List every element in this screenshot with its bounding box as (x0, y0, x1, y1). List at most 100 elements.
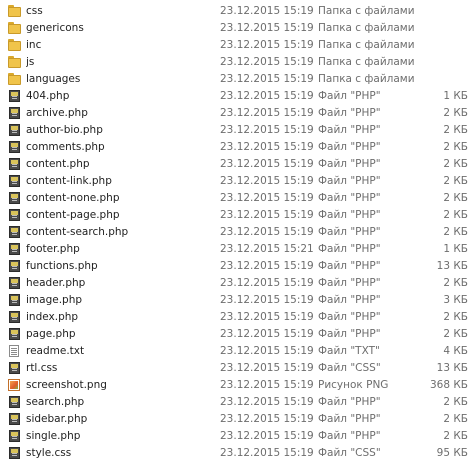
file-date: 23.12.2015 15:19 (220, 379, 314, 391)
file-name: content-none.php (26, 192, 120, 204)
php-file-icon (9, 243, 20, 255)
file-type: Файл "PHP" (318, 124, 381, 136)
image-file-icon (8, 379, 20, 391)
file-type: Файл "PHP" (318, 430, 381, 442)
php-file-icon (9, 192, 20, 204)
file-date: 23.12.2015 15:19 (220, 90, 314, 102)
file-date: 23.12.2015 15:19 (220, 209, 314, 221)
file-type: Файл "PHP" (318, 107, 381, 119)
file-row[interactable]: content-none.php 23.12.2015 15:19 Файл "PH… (0, 190, 474, 207)
file-size: 2 КБ (443, 430, 468, 442)
file-row[interactable]: comments.php 23.12.2015 15:19 Файл "PHP" 2 … (0, 139, 474, 156)
file-row[interactable]: single.php 23.12.2015 15:19 Файл "PHP" 2 КБ (0, 428, 474, 445)
folder-icon (8, 22, 21, 34)
file-row[interactable]: content-link.php 23.12.2015 15:19 Файл "PH… (0, 173, 474, 190)
folder-icon (8, 56, 21, 68)
php-file-icon (9, 158, 20, 170)
file-type: Папка с файлами (318, 56, 415, 68)
file-size: 2 КБ (443, 328, 468, 340)
css-file-icon (9, 362, 20, 374)
file-name: page.php (26, 328, 76, 340)
file-size: 95 КБ (436, 447, 468, 459)
php-file-icon (9, 413, 20, 425)
file-date: 23.12.2015 15:19 (220, 413, 314, 425)
file-row[interactable]: languages 23.12.2015 15:19 Папка с файлами (0, 71, 474, 88)
php-file-icon (9, 260, 20, 272)
file-type: Файл "TXT" (318, 345, 380, 357)
file-size: 2 КБ (443, 413, 468, 425)
file-row[interactable]: readme.txt 23.12.2015 15:19 Файл "TXT" 4 КБ (0, 343, 474, 360)
file-row[interactable]: rtl.css 23.12.2015 15:19 Файл "CSS" 13 КБ (0, 360, 474, 377)
file-row[interactable]: functions.php 23.12.2015 15:19 Файл "PHP" 1… (0, 258, 474, 275)
file-row[interactable]: js 23.12.2015 15:19 Папка с файлами (0, 54, 474, 71)
file-list: css 23.12.2015 15:19 Папка с файлами generi… (0, 3, 474, 462)
file-row[interactable]: header.php 23.12.2015 15:19 Файл "PHP" 2 КБ (0, 275, 474, 292)
file-row[interactable]: screenshot.png 23.12.2015 15:19 Рисунок PN… (0, 377, 474, 394)
file-date: 23.12.2015 15:19 (220, 345, 314, 357)
file-row[interactable]: content-search.php 23.12.2015 15:19 Файл "… (0, 224, 474, 241)
file-name: 404.php (26, 90, 70, 102)
file-name: inc (26, 39, 42, 51)
php-file-icon (9, 107, 20, 119)
file-name: single.php (26, 430, 81, 442)
file-type: Файл "PHP" (318, 226, 381, 238)
php-file-icon (9, 226, 20, 238)
file-type: Файл "PHP" (318, 277, 381, 289)
file-row[interactable]: style.css 23.12.2015 15:19 Файл "CSS" 95 КБ (0, 445, 474, 462)
file-name: image.php (26, 294, 83, 306)
file-date: 23.12.2015 15:19 (220, 362, 314, 374)
text-file-icon (9, 345, 19, 357)
file-size: 2 КБ (443, 396, 468, 408)
file-size: 13 КБ (436, 362, 468, 374)
css-file-icon (9, 447, 20, 459)
file-row[interactable]: search.php 23.12.2015 15:19 Файл "PHP" 2 КБ (0, 394, 474, 411)
file-size: 2 КБ (443, 141, 468, 153)
folder-icon (8, 5, 21, 17)
file-type: Папка с файлами (318, 22, 415, 34)
file-size: 2 КБ (443, 175, 468, 187)
file-size: 2 КБ (443, 124, 468, 136)
file-name: genericons (26, 22, 84, 34)
file-type: Папка с файлами (318, 73, 415, 85)
file-row[interactable]: sidebar.php 23.12.2015 15:19 Файл "PHP" 2 К… (0, 411, 474, 428)
file-type: Файл "PHP" (318, 90, 381, 102)
file-row[interactable]: genericons 23.12.2015 15:19 Папка с файлам… (0, 20, 474, 37)
file-date: 23.12.2015 15:19 (220, 277, 314, 289)
file-row[interactable]: footer.php 23.12.2015 15:21 Файл "PHP" 1 КБ (0, 241, 474, 258)
file-type: Файл "PHP" (318, 141, 381, 153)
file-row[interactable]: css 23.12.2015 15:19 Папка с файлами (0, 3, 474, 20)
file-row[interactable]: 404.php 23.12.2015 15:19 Файл "PHP" 1 КБ (0, 88, 474, 105)
file-type: Файл "PHP" (318, 175, 381, 187)
file-date: 23.12.2015 15:19 (220, 141, 314, 153)
file-row[interactable]: inc 23.12.2015 15:19 Папка с файлами (0, 37, 474, 54)
file-name: footer.php (26, 243, 80, 255)
php-file-icon (9, 124, 20, 136)
file-name: header.php (26, 277, 86, 289)
file-row[interactable]: content-page.php 23.12.2015 15:19 Файл "PH… (0, 207, 474, 224)
file-type: Файл "PHP" (318, 243, 381, 255)
file-row[interactable]: index.php 23.12.2015 15:19 Файл "PHP" 2 КБ (0, 309, 474, 326)
file-name: archive.php (26, 107, 88, 119)
file-row[interactable]: page.php 23.12.2015 15:19 Файл "PHP" 2 КБ (0, 326, 474, 343)
php-file-icon (9, 175, 20, 187)
file-type: Файл "PHP" (318, 260, 381, 272)
file-row[interactable]: image.php 23.12.2015 15:19 Файл "PHP" 3 КБ (0, 292, 474, 309)
file-type: Файл "PHP" (318, 396, 381, 408)
file-row[interactable]: archive.php 23.12.2015 15:19 Файл "PHP" 2 К… (0, 105, 474, 122)
file-name: content-link.php (26, 175, 112, 187)
file-type: Файл "PHP" (318, 311, 381, 323)
file-name: style.css (26, 447, 72, 459)
file-name: author-bio.php (26, 124, 103, 136)
file-name: sidebar.php (26, 413, 88, 425)
file-date: 23.12.2015 15:19 (220, 56, 314, 68)
file-type: Файл "PHP" (318, 413, 381, 425)
file-name: index.php (26, 311, 79, 323)
file-date: 23.12.2015 15:19 (220, 226, 314, 238)
file-date: 23.12.2015 15:19 (220, 5, 314, 17)
file-date: 23.12.2015 15:19 (220, 294, 314, 306)
file-row[interactable]: content.php 23.12.2015 15:19 Файл "PHP" 2 К… (0, 156, 474, 173)
file-row[interactable]: author-bio.php 23.12.2015 15:19 Файл "PHP"… (0, 122, 474, 139)
file-size: 2 КБ (443, 209, 468, 221)
file-type: Файл "PHP" (318, 192, 381, 204)
php-file-icon (9, 396, 20, 408)
